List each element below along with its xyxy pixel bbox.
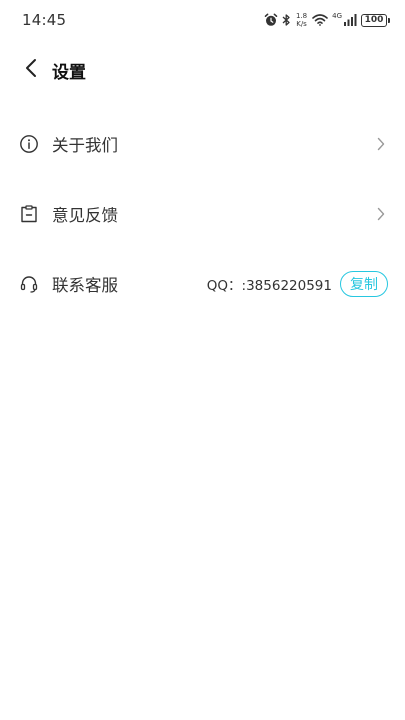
menu-item-label: 意见反馈 (52, 206, 118, 225)
menu-item-feedback[interactable]: 意见反馈 (0, 179, 405, 249)
status-time: 14:45 (22, 11, 67, 29)
menu-item-label: 关于我们 (52, 136, 118, 155)
chevron-left-icon (25, 58, 37, 82)
menu-item-about-us[interactable]: 关于我们 (0, 109, 405, 179)
chevron-right-icon (375, 207, 387, 221)
menu-item-contact-support: 联系客服 QQ：:3856220591 复制 (0, 249, 405, 319)
network-speed-unit: K/s (296, 20, 307, 28)
feedback-clipboard-icon (19, 204, 39, 224)
network-speed-value: 1.8 (295, 12, 308, 20)
network-type: 4G (332, 12, 342, 20)
copy-button[interactable]: 复制 (340, 271, 388, 297)
status-icons: 1.8 K/s 4G 100 (264, 12, 390, 28)
battery-level: 100 (364, 15, 384, 25)
alarm-icon (264, 13, 278, 27)
chevron-right-icon (375, 137, 387, 151)
qq-number: QQ：:3856220591 (206, 278, 332, 294)
page-title: 设置 (52, 62, 86, 83)
menu-item-label: 联系客服 (52, 276, 118, 295)
info-circle-icon (19, 134, 39, 154)
headset-icon (19, 274, 39, 294)
bluetooth-icon (282, 13, 291, 27)
status-bar: 14:45 1.8 K/s 4G 100 (0, 0, 405, 40)
settings-menu: 关于我们 意见反馈 联系客服 QQ：:3856220591 复制 (0, 109, 405, 319)
cellular-signal-icon (344, 14, 357, 26)
network-speed: 1.8 K/s (296, 12, 307, 28)
battery-icon: 100 (361, 13, 390, 27)
header: 设置 (0, 50, 405, 90)
wifi-icon (312, 14, 328, 26)
back-button[interactable] (16, 55, 46, 85)
